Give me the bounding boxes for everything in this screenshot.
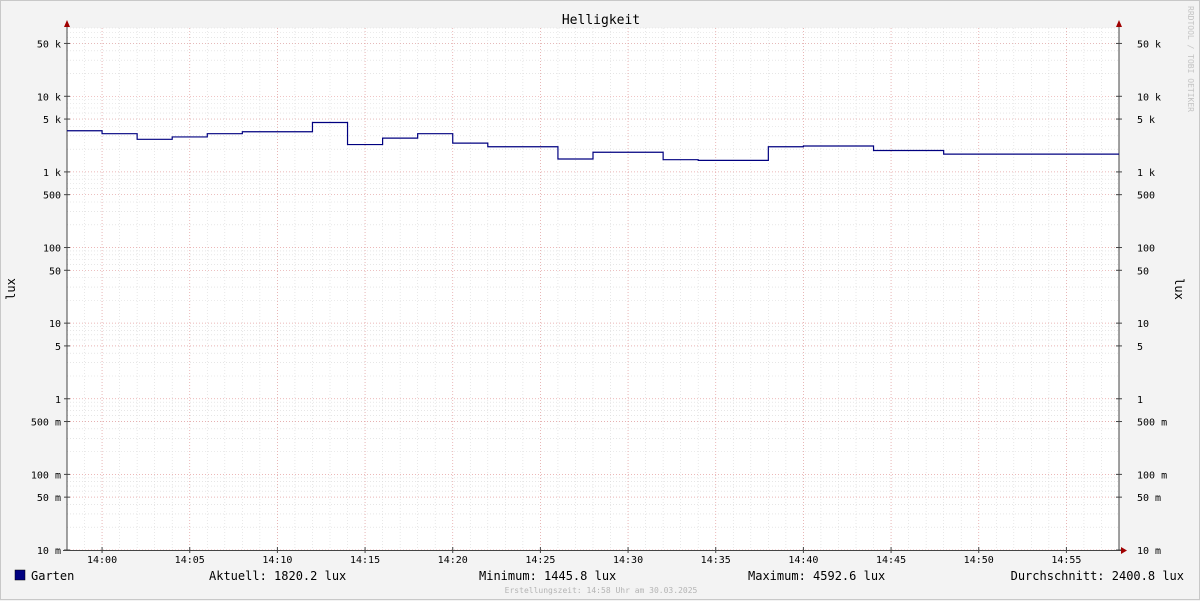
x-tick-label: 14:45 (876, 555, 906, 566)
y-tick-label-left: 100 m (31, 470, 61, 481)
y-axis-label-left: lux (4, 278, 18, 300)
x-tick-label: 14:00 (87, 555, 117, 566)
y-tick-label-left: 50 m (37, 493, 61, 504)
x-axis-arrow (1121, 547, 1127, 554)
y-tick-label-left: 100 (43, 244, 61, 255)
y-tick-label-right: 100 (1137, 244, 1155, 255)
x-tick-label: 14:40 (788, 555, 818, 566)
x-tick-label: 14:50 (964, 555, 994, 566)
x-tick-label: 14:15 (350, 555, 380, 566)
y-tick-label-right: 500 m (1137, 418, 1167, 429)
stat-current: Aktuell: 1820.2 lux (209, 569, 346, 583)
y-tick-label-right: 5 k (1137, 115, 1155, 126)
stat-average: Durchschnitt: 2400.8 lux (1011, 569, 1184, 583)
y-tick-label-left: 500 m (31, 418, 61, 429)
y-tick-label-left: 1 k (43, 168, 61, 179)
x-tick-label: 14:55 (1051, 555, 1081, 566)
y-axis-left-arrow (64, 20, 70, 27)
x-tick-label: 14:30 (613, 555, 643, 566)
y-tick-label-right: 50 m (1137, 493, 1161, 504)
y-tick-label-right: 10 k (1137, 92, 1161, 103)
x-tick-label: 14:05 (175, 555, 205, 566)
watermark: RRDTOOL / TOBI OETIKER (1186, 6, 1195, 112)
footer-timestamp: Erstellungszeit: 14:58 Uhr am 30.03.2025 (505, 586, 698, 595)
stat-minimum: Minimum: 1445.8 lux (479, 569, 616, 583)
legend-label: Garten (31, 569, 74, 583)
y-tick-label-left: 1 (55, 395, 61, 406)
x-tick-label: 14:10 (262, 555, 292, 566)
y-tick-label-right: 5 (1137, 342, 1143, 353)
y-tick-label-left: 5 (55, 342, 61, 353)
y-tick-label-right: 50 (1137, 266, 1149, 277)
y-tick-label-right: 50 k (1137, 39, 1161, 50)
y-axis-label-right: lux (1172, 278, 1186, 300)
y-tick-label-left: 500 (43, 191, 61, 202)
chart-frame: 50 k 50 k 10 k 10 k 5 k 5 k 1 k 1 k 500 500 100 100… (0, 0, 1200, 600)
y-tick-label-right: 10 m (1137, 546, 1161, 557)
y-tick-label-right: 1 k (1137, 168, 1155, 179)
brightness-chart: 50 k 50 k 10 k 10 k 5 k 5 k 1 k 1 k 500 500 100 100… (4, 6, 1195, 595)
y-tick-label-left: 10 k (37, 92, 61, 103)
x-tick-label: 14:20 (438, 555, 468, 566)
y-tick-label-right: 100 m (1137, 470, 1167, 481)
y-tick-label-left: 5 k (43, 115, 61, 126)
legend-swatch (14, 569, 26, 581)
y-tick-label-left: 10 m (37, 546, 61, 557)
x-tick-label: 14:35 (701, 555, 731, 566)
stat-maximum: Maximum: 4592.6 lux (748, 569, 885, 583)
y-tick-label-right: 10 (1137, 319, 1149, 330)
y-tick-label-right: 1 (1137, 395, 1143, 406)
x-tick-label: 14:25 (525, 555, 555, 566)
chart-title: Helligkeit (562, 13, 640, 28)
y-axis-right-arrow (1116, 20, 1122, 27)
y-tick-label-left: 50 (49, 266, 61, 277)
y-tick-label-left: 50 k (37, 39, 61, 50)
y-tick-label-left: 10 (49, 319, 61, 330)
y-tick-label-right: 500 (1137, 191, 1155, 202)
